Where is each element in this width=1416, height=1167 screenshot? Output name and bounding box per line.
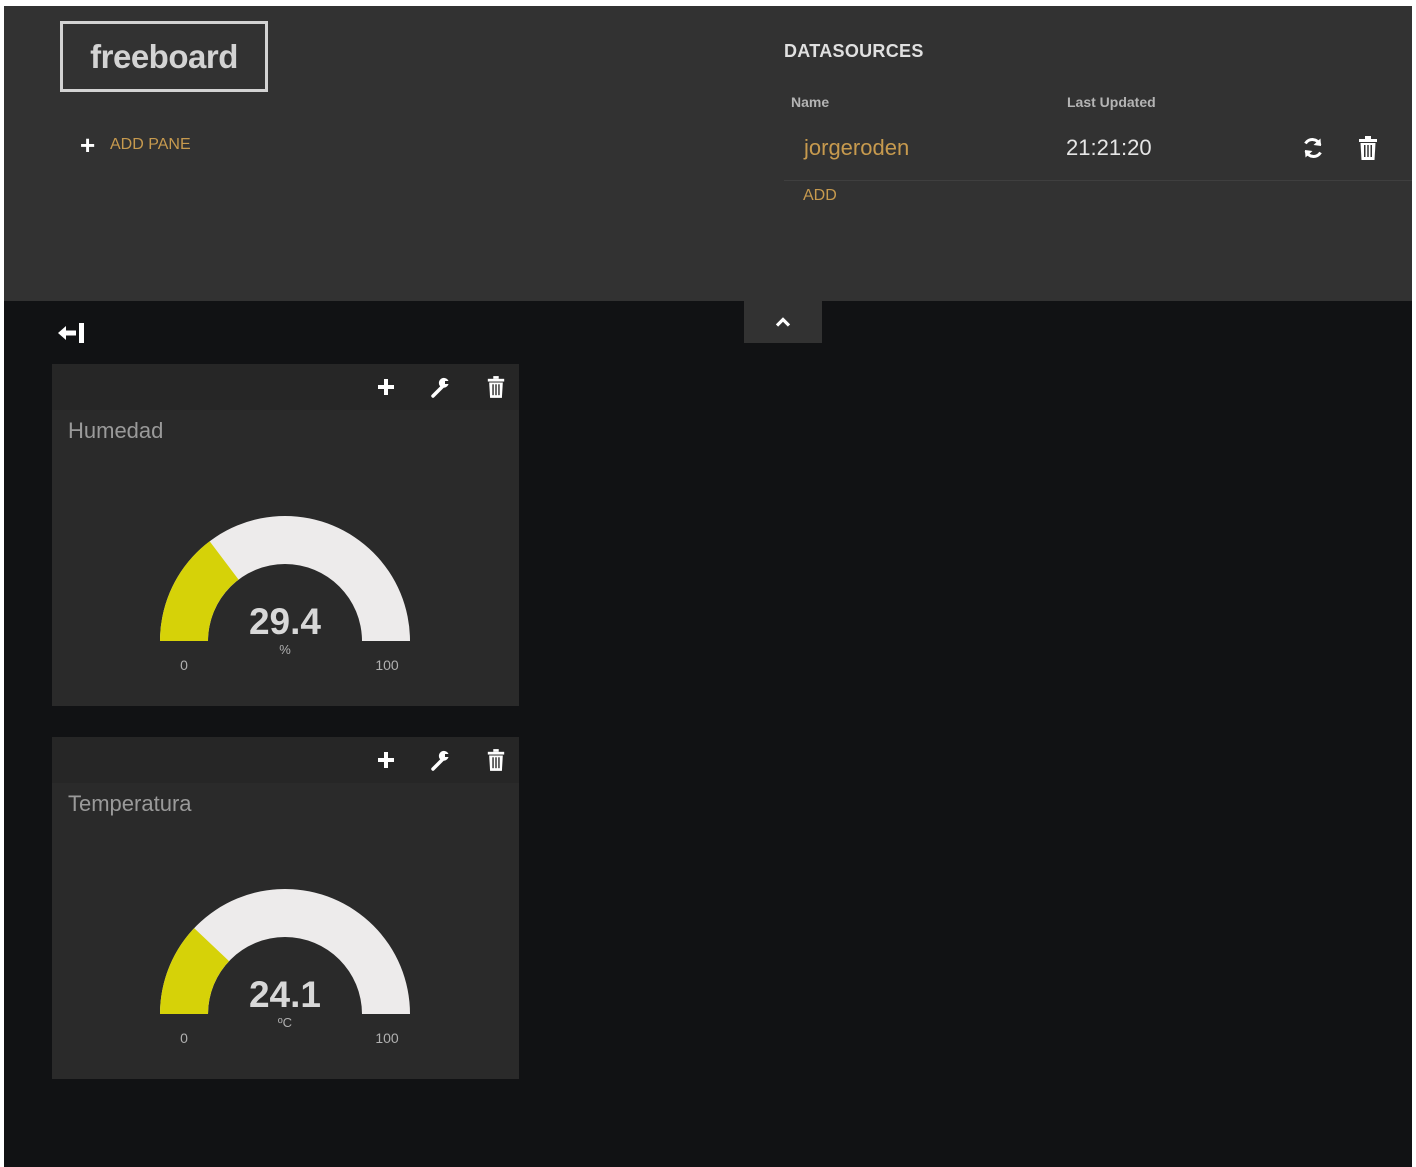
gauge-widget: 29.4 % 0 100 bbox=[160, 516, 410, 673]
datasources-title: DATASOURCES bbox=[784, 41, 924, 61]
datasource-name[interactable]: jorgeroden bbox=[804, 135, 909, 161]
plus-icon: + bbox=[80, 130, 96, 160]
freeboard-app: freeboard + ADD PANE DATASOURCES Name La… bbox=[4, 6, 1412, 1167]
gauge-value: 24.1 bbox=[249, 974, 321, 1015]
gauge-max-label: 100 bbox=[375, 1030, 399, 1046]
gauge-min-label: 0 bbox=[180, 1030, 188, 1046]
datasource-last-updated: 21:21:20 bbox=[1066, 135, 1152, 160]
arrow-left-bar-icon[interactable] bbox=[56, 320, 90, 346]
add-pane-label: ADD PANE bbox=[110, 136, 191, 153]
add-datasource-button[interactable]: ADD bbox=[803, 187, 837, 205]
trash-icon[interactable] bbox=[1357, 135, 1379, 161]
datasource-row: jorgeroden 21:21:20 bbox=[784, 124, 1412, 181]
gauge-value: 29.4 bbox=[249, 601, 321, 642]
datasource-last-updated-header: Last Updated bbox=[1067, 94, 1156, 110]
refresh-icon[interactable] bbox=[1301, 136, 1325, 160]
gauge-units: ºC bbox=[278, 1015, 292, 1030]
datasource-name-header: Name bbox=[791, 94, 830, 110]
gauge-max-label: 100 bbox=[375, 657, 399, 673]
gauge-units: % bbox=[279, 642, 291, 657]
toggle-header-button[interactable] bbox=[744, 301, 822, 343]
gauge-widget: 24.1 ºC 0 100 bbox=[160, 889, 410, 1046]
pane-humedad: Humedad 29.4 % 0 100 bbox=[52, 364, 519, 706]
gauge-min-label: 0 bbox=[180, 657, 188, 673]
freeboard-logo: freeboard bbox=[60, 21, 268, 92]
chevron-up-icon bbox=[775, 317, 791, 327]
header-panel: freeboard + ADD PANE DATASOURCES Name La… bbox=[4, 6, 1412, 301]
pane-temperatura: Temperatura 24.1 ºC 0 100 bbox=[52, 737, 519, 1079]
add-pane-button[interactable]: + ADD PANE bbox=[80, 132, 191, 158]
